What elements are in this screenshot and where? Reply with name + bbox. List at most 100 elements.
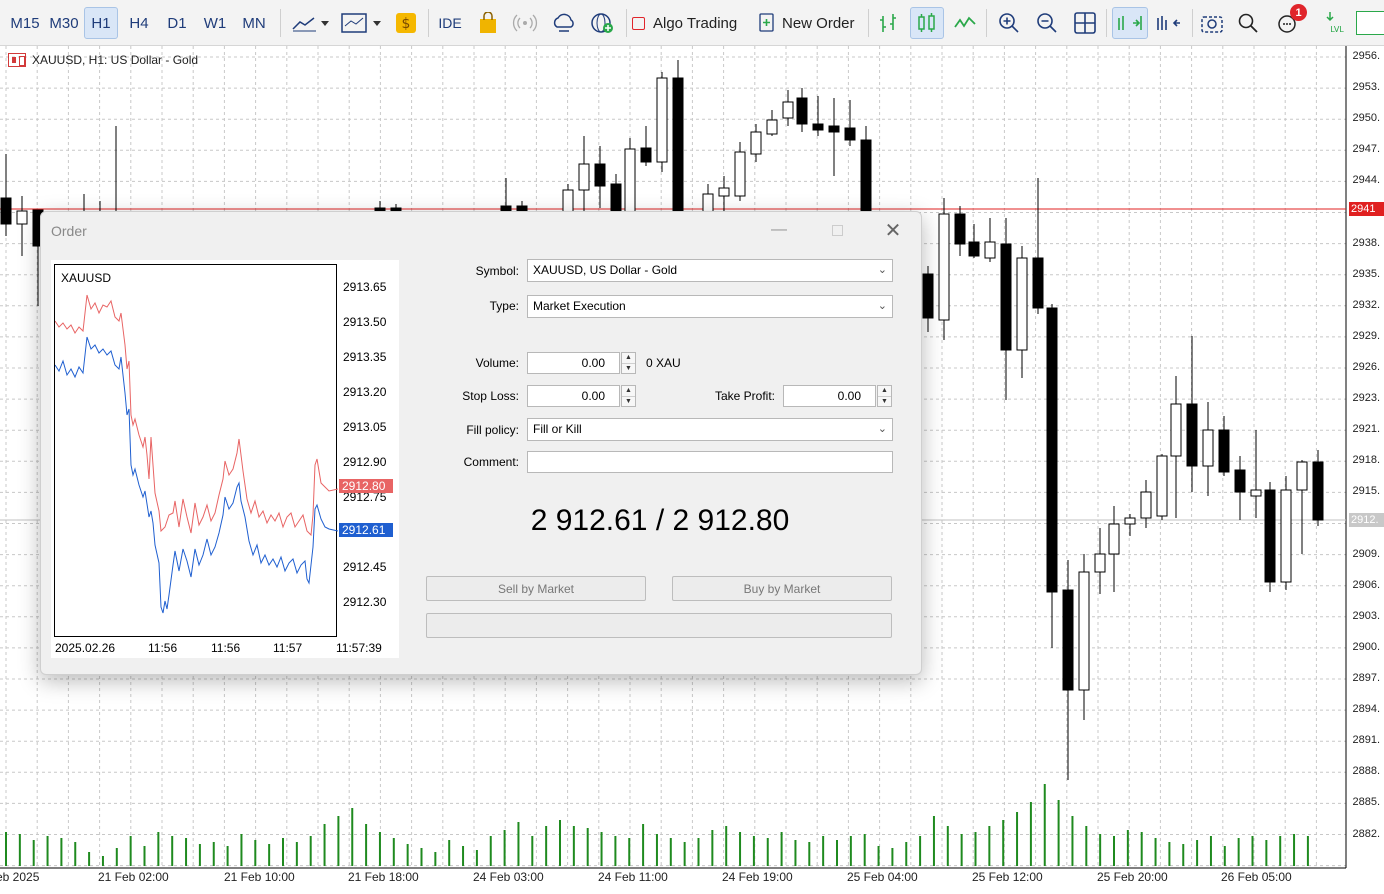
stop-loss-input[interactable]: 0.00 [527, 385, 620, 407]
chart-shift-button[interactable] [1152, 7, 1186, 39]
tick-chart-symbol: XAUUSD [61, 271, 112, 285]
toolbar-separator [868, 9, 869, 37]
current-price-tag: 2941 [1349, 202, 1384, 216]
bullish-candle [1124, 517, 1136, 525]
time-axis-label: 24 Feb 19:00 [722, 870, 793, 884]
bearish-candle [1312, 461, 1324, 521]
screenshot-button[interactable] [1198, 7, 1226, 39]
bullish-candle [1094, 553, 1106, 573]
price-axis-label: 2950. [1352, 112, 1380, 125]
new-order-button[interactable]: New Order [758, 7, 862, 39]
candlestick-icon [918, 13, 935, 32]
maximize-button[interactable] [817, 218, 857, 242]
terminal-window: M15 M30 H1 H4 D1 W1 MN $ IDE Algo Tradin… [0, 0, 1384, 894]
fill-policy-select[interactable]: Fill or Kill ⌄ [527, 418, 893, 441]
main-toolbar: M15 M30 H1 H4 D1 W1 MN $ IDE Algo Tradin… [0, 0, 1384, 46]
timeframe-d1-button[interactable]: D1 [160, 7, 194, 39]
order-action-bar[interactable] [426, 613, 892, 638]
timeframe-m30-button[interactable]: M30 [44, 7, 84, 39]
chart-type-dropdown[interactable] [288, 7, 334, 39]
comment-label: Comment: [463, 455, 519, 469]
bearish-candle [860, 139, 872, 217]
price-axis-label: 2947. [1352, 143, 1380, 156]
auto-scroll-icon [1118, 16, 1142, 30]
search-button[interactable] [1234, 7, 1262, 39]
bearish-candle [812, 123, 824, 131]
line-chart-button[interactable] [950, 7, 980, 39]
price-axis-label: 2888. [1352, 765, 1380, 778]
ide-button[interactable]: IDE [434, 7, 466, 39]
bearish-candle [672, 77, 684, 215]
price-axis-label: 2909. [1352, 547, 1380, 560]
price-axis-label: 2918. [1352, 454, 1380, 467]
tick-price-label: 2913.20 [343, 385, 387, 399]
timeframe-h1-button[interactable]: H1 [84, 7, 118, 39]
algo-trading-button[interactable]: Algo Trading [632, 7, 752, 39]
price-axis-label: 2894. [1352, 703, 1380, 716]
bid-ask-quote: 2 912.61 / 2 912.80 [530, 504, 790, 537]
stop-loss-stepper[interactable]: ▲ ▼ [621, 385, 636, 407]
volume-label: Volume: [475, 356, 519, 370]
candlestick-chart-button[interactable] [910, 7, 944, 39]
bullish-candle [656, 77, 668, 163]
price-axis-label: 2935. [1352, 267, 1380, 280]
order-dialog: Order — ✕ XAUUSD 2913.65 2913.50 2913.35 29… [40, 211, 922, 675]
zoom-out-button[interactable] [1032, 7, 1062, 39]
timeframe-h4-button[interactable]: H4 [122, 7, 156, 39]
volume-input[interactable]: 0.00 [527, 352, 620, 374]
line-chart-icon [292, 17, 329, 32]
close-button[interactable]: ✕ [873, 218, 913, 242]
bullish-candle [1296, 461, 1308, 491]
dialog-title: Order [51, 223, 87, 239]
bearish-candle [828, 125, 840, 133]
bearish-candle [954, 213, 966, 245]
price-axis-label: 2953. [1352, 81, 1380, 94]
bullish-candle [1280, 489, 1292, 583]
buy-by-market-button[interactable]: Buy by Market [672, 576, 892, 601]
comment-input[interactable] [527, 451, 893, 473]
timeframe-mn-button[interactable]: MN [236, 7, 272, 39]
symbol-select[interactable]: XAUUSD, US Dollar - Gold ⌄ [527, 259, 893, 282]
dialog-titlebar[interactable]: Order — ✕ [41, 212, 921, 246]
zoom-in-button[interactable] [994, 7, 1024, 39]
take-profit-input[interactable]: 0.00 [783, 385, 876, 407]
tick-lines [54, 294, 339, 614]
level-button[interactable]: LVL [1322, 7, 1352, 39]
bullish-candle [1170, 403, 1182, 457]
toolbar-separator [626, 9, 627, 37]
signals-button[interactable] [510, 7, 540, 39]
bearish-candle [796, 97, 808, 125]
price-axis-label: 2932. [1352, 298, 1380, 311]
timeframe-w1-button[interactable]: W1 [198, 7, 232, 39]
trade-history-button[interactable]: $ [392, 7, 420, 39]
indicator-window-icon [341, 13, 381, 33]
sell-by-market-button[interactable]: Sell by Market [426, 576, 646, 601]
tile-windows-button[interactable] [1070, 7, 1100, 39]
auto-scroll-button[interactable] [1112, 7, 1148, 39]
grid-icon [1074, 12, 1096, 34]
tick-price-label: 2912.30 [343, 595, 387, 609]
market-button[interactable] [474, 7, 502, 39]
vps-button[interactable] [548, 7, 580, 39]
take-profit-stepper[interactable]: ▲ ▼ [877, 385, 892, 407]
toolbar-separator [986, 9, 987, 37]
web-services-button[interactable] [586, 7, 618, 39]
indicators-dropdown[interactable] [338, 7, 386, 39]
down-arrow-icon: ▼ [878, 396, 891, 406]
chevron-down-icon: ⌄ [877, 264, 887, 276]
bullish-candle [1140, 491, 1152, 519]
price-axis-label: 2900. [1352, 640, 1380, 653]
order-type-select[interactable]: Market Execution ⌄ [527, 295, 893, 318]
volume-stepper[interactable]: ▲ ▼ [621, 352, 636, 374]
timeframe-m15-button[interactable]: M15 [6, 7, 44, 39]
type-label: Type: [489, 299, 519, 313]
minimize-button[interactable]: — [759, 218, 799, 242]
time-axis-label: 21 Feb 02:00 [98, 870, 169, 884]
bar-chart-button[interactable] [874, 7, 904, 39]
svg-text:$: $ [402, 16, 411, 32]
tick-time-label: 11:57 [273, 641, 303, 655]
symbol-label: Symbol: [475, 264, 519, 278]
bearish-candle [640, 147, 652, 163]
bullish-candle [984, 241, 996, 259]
bullish-candle [782, 101, 794, 119]
